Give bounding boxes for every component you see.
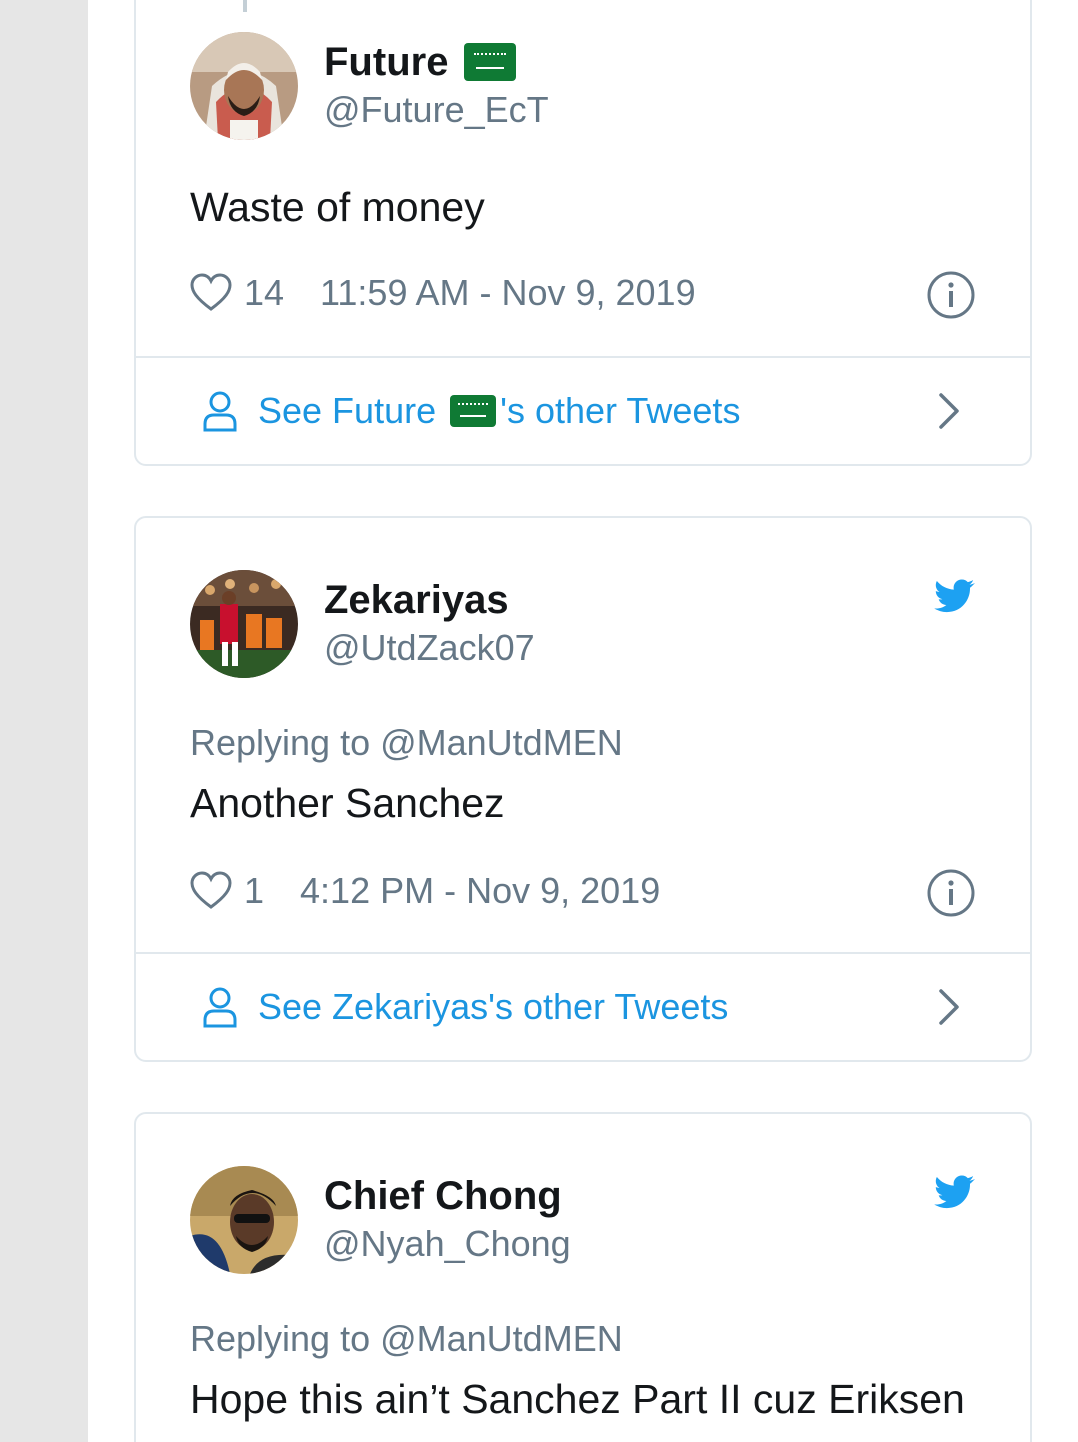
replying-to-label[interactable]: Replying to @ManUtdMEN <box>190 1318 623 1360</box>
chevron-right-icon <box>939 989 959 1025</box>
display-name[interactable]: Zekariyas <box>324 576 535 624</box>
see-other-tweets-prefix: See Future <box>258 390 437 431</box>
tweet-text: Waste of money <box>190 184 485 230</box>
see-other-tweets-suffix: 's other Tweets <box>500 390 741 431</box>
display-name[interactable]: Future <box>324 38 549 86</box>
tweet-card-chief-chong[interactable]: Chief Chong @Nyah_Chong Replying to @Man… <box>134 1112 1032 1442</box>
saudi-flag-icon <box>464 43 517 81</box>
tweet-card-future[interactable]: Future @Future_EcT Waste of money 14 11:… <box>134 0 1032 466</box>
user-handle[interactable]: @UtdZack07 <box>324 624 535 672</box>
twitter-bird-icon[interactable] <box>928 1174 976 1214</box>
twitter-bird-icon[interactable] <box>928 578 976 618</box>
heart-outline-icon[interactable] <box>190 871 232 911</box>
saudi-flag-icon <box>450 395 497 427</box>
tweet-timestamp[interactable]: 4:12 PM - Nov 9, 2019 <box>300 870 660 912</box>
display-name-text: Future <box>324 40 449 84</box>
tweet-timestamp[interactable]: 11:59 AM - Nov 9, 2019 <box>320 272 696 314</box>
info-circle-icon[interactable] <box>926 270 976 320</box>
tweet-header: Chief Chong @Nyah_Chong <box>190 1166 571 1274</box>
tweet-card-zekariyas[interactable]: Zekariyas @UtdZack07 Replying to @ManUtd… <box>134 516 1032 1062</box>
thread-connector-line <box>243 0 247 12</box>
see-other-tweets-label: See Zekariyas's other Tweets <box>258 986 729 1027</box>
replying-to-label[interactable]: Replying to @ManUtdMEN <box>190 722 623 764</box>
tweet-text: Hope this ain’t Sanchez Part II cuz Erik… <box>190 1376 965 1422</box>
user-handle[interactable]: @Nyah_Chong <box>324 1220 571 1268</box>
tweet-text: Another Sanchez <box>190 780 505 826</box>
chevron-right-icon <box>939 393 959 429</box>
heart-outline-icon[interactable] <box>190 273 232 313</box>
person-outline-icon <box>203 391 237 432</box>
tweet-meta: 1 4:12 PM - Nov 9, 2019 <box>190 870 660 912</box>
see-other-tweets-link[interactable]: See Future 's other Tweets <box>136 358 1030 464</box>
tweet-header: Future @Future_EcT <box>190 32 549 140</box>
like-count: 14 <box>244 272 285 313</box>
left-gutter <box>0 0 88 1442</box>
display-name[interactable]: Chief Chong <box>324 1172 571 1220</box>
info-circle-icon[interactable] <box>926 868 976 918</box>
avatar[interactable] <box>190 1166 298 1274</box>
avatar[interactable] <box>190 570 298 678</box>
user-handle[interactable]: @Future_EcT <box>324 86 549 134</box>
person-outline-icon <box>203 987 237 1028</box>
avatar[interactable] <box>190 32 298 140</box>
tweet-meta: 14 11:59 AM - Nov 9, 2019 <box>190 272 696 314</box>
tweet-header: Zekariyas @UtdZack07 <box>190 570 535 678</box>
see-other-tweets-link[interactable]: See Zekariyas's other Tweets <box>136 954 1030 1060</box>
like-count: 1 <box>244 870 265 911</box>
